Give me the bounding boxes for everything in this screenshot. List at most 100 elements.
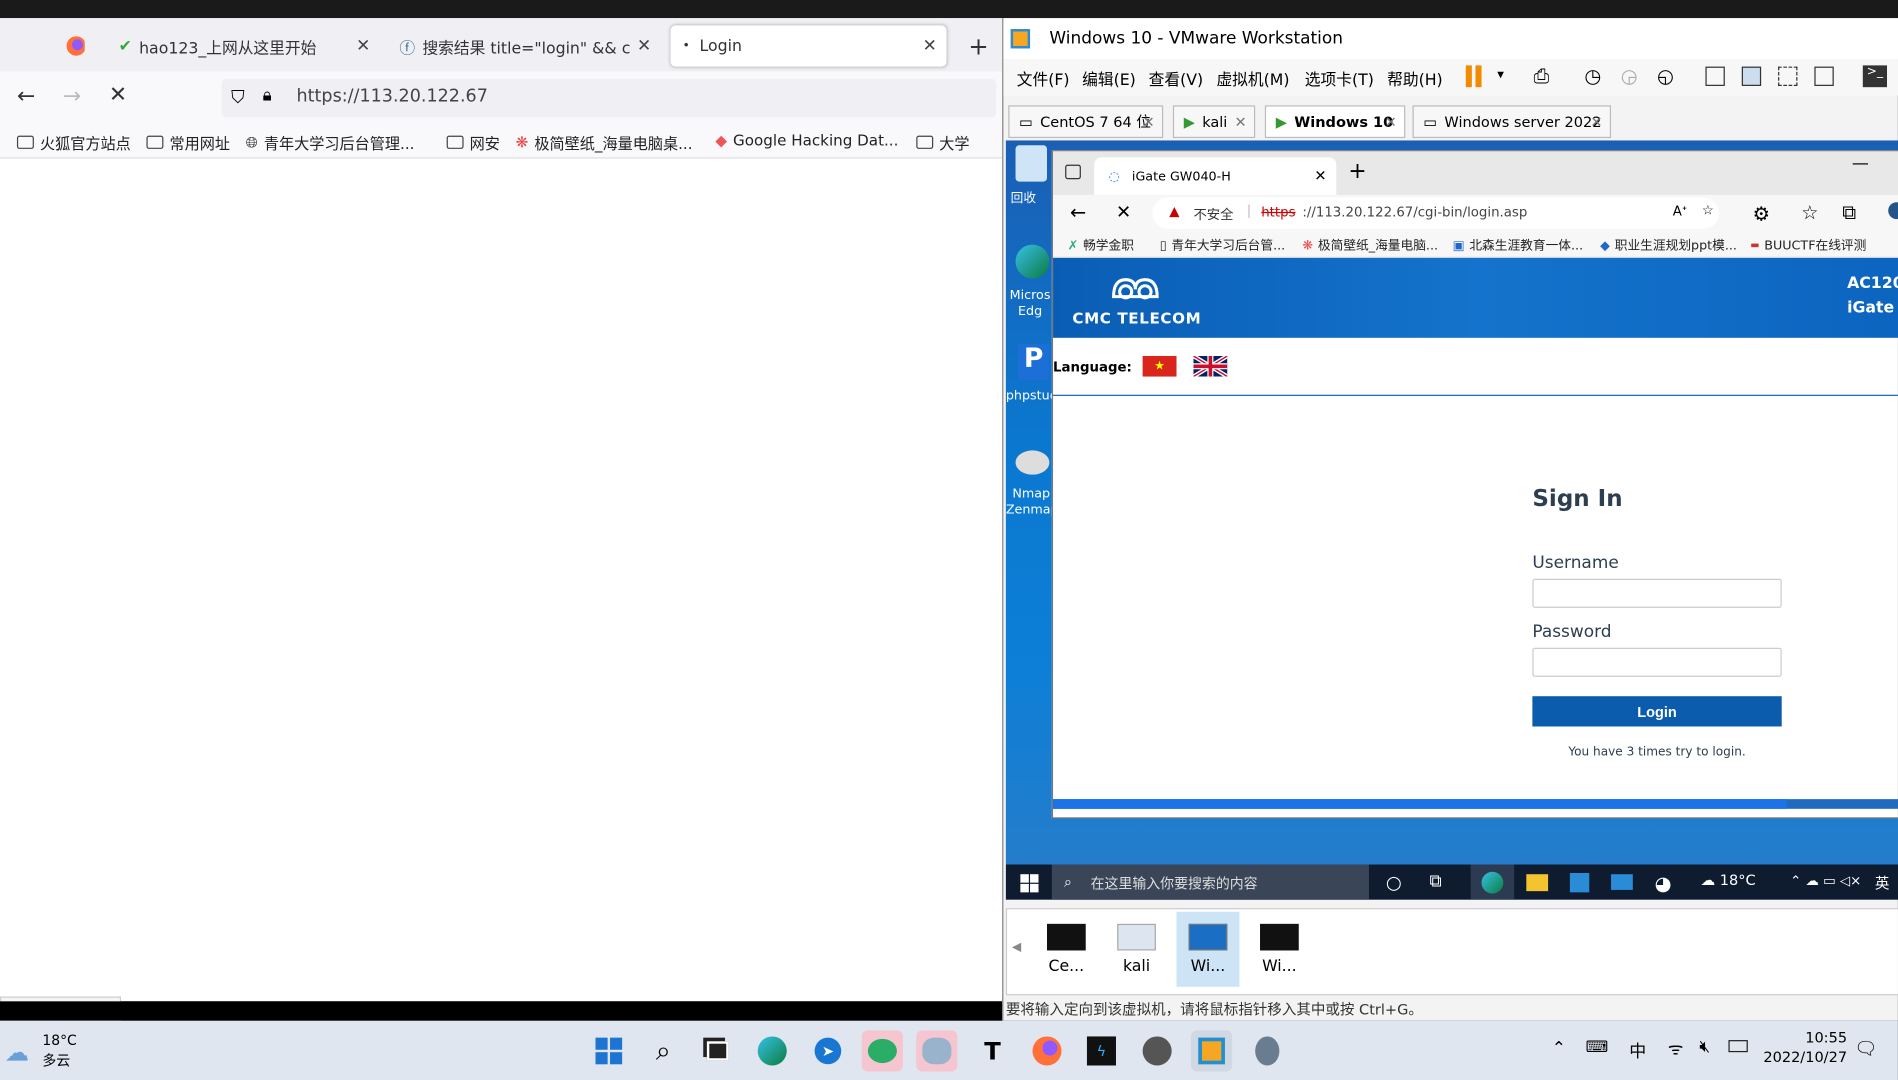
snapshot-icon[interactable]: ◷ — [1584, 64, 1601, 87]
bookmark-item[interactable]: 火狐官方站点 — [16, 131, 131, 154]
phpstudy-icon[interactable]: P — [1017, 343, 1050, 381]
menu-help[interactable]: 帮助(H) — [1387, 67, 1443, 89]
send-keys-icon[interactable]: ⎙ — [1534, 64, 1550, 88]
tab-hao123[interactable]: ✔ hao123_上网从这里开始 ✕ — [107, 25, 381, 66]
close-icon[interactable]: ✕ — [1385, 113, 1397, 130]
close-icon[interactable]: ✕ — [1314, 167, 1326, 184]
firefox-icon[interactable] — [1026, 1030, 1067, 1071]
lock-icon[interactable]: 🔒︎ — [263, 86, 272, 105]
stop-button[interactable]: ✕ — [109, 82, 127, 107]
tab-login[interactable]: • Login ✕ — [670, 25, 947, 67]
flag-vietnam-icon[interactable]: ★ — [1142, 355, 1177, 377]
insecure-label[interactable]: 不安全 — [1193, 205, 1233, 224]
tab-search-results[interactable]: ⓕ 搜索结果 title="login" && co ✕ — [387, 25, 661, 66]
flag-uk-icon[interactable] — [1193, 355, 1228, 377]
vm-thumb-windows10[interactable]: Wi... — [1176, 911, 1240, 987]
edge-icon[interactable] — [752, 1030, 793, 1071]
snapshot-manager-icon[interactable]: ◵ — [1657, 64, 1674, 87]
burp-icon[interactable]: ϟ — [1081, 1030, 1122, 1071]
library-icon[interactable] — [1705, 66, 1725, 86]
favorite-item[interactable]: ✗ 畅学金职 — [1068, 236, 1134, 254]
mail-icon[interactable] — [1611, 874, 1633, 890]
menu-file[interactable]: 文件(F) — [1017, 67, 1070, 89]
favorite-item[interactable]: ❋ 极简壁纸_海量电脑... — [1302, 236, 1438, 254]
ime-indicator[interactable]: 英 — [1875, 873, 1890, 894]
close-icon[interactable]: ✕ — [356, 36, 370, 55]
bookmark-item[interactable]: ❋ 极简壁纸_海量电脑桌... — [516, 131, 693, 154]
globe-tool-icon[interactable] — [1137, 1030, 1178, 1071]
tray-icons[interactable]: ⌃ ☁ ▭ ◁× — [1790, 873, 1861, 889]
forward-button[interactable]: → — [63, 84, 81, 109]
firefox-menu-icon[interactable] — [53, 25, 97, 66]
weather-widget[interactable]: ☁ 18°C 多云 — [5, 1030, 102, 1071]
vpn-icon[interactable] — [1247, 1030, 1288, 1071]
favorite-item[interactable]: ▬ BUUCTF在线评测 — [1750, 236, 1866, 254]
username-input[interactable] — [1532, 578, 1782, 608]
close-icon[interactable]: ✕ — [1143, 113, 1155, 130]
fullscreen-icon[interactable] — [1778, 66, 1798, 86]
vm-thumb-centos[interactable]: Ce... — [1036, 917, 1097, 990]
collections-icon[interactable]: ⧉ — [1842, 201, 1856, 225]
battery-icon[interactable] — [1728, 1040, 1748, 1053]
extensions-icon[interactable]: ⚙ — [1753, 202, 1770, 225]
bookmark-item[interactable]: 大学 — [916, 131, 970, 154]
back-button[interactable]: ← — [17, 84, 35, 109]
vmware-taskbar-icon[interactable] — [1191, 1030, 1233, 1072]
minimize-button[interactable]: — — [1852, 154, 1869, 173]
guest-weather[interactable]: ☁ 18°C — [1701, 872, 1756, 889]
start-icon[interactable] — [588, 1030, 629, 1071]
back-button[interactable]: ← — [1070, 201, 1086, 224]
vm-thumb-winserver[interactable]: Wi... — [1249, 917, 1310, 990]
guest-desktop[interactable]: 回收 Micros Edg P phpstud Nmap Zenmap ◌ iG… — [1005, 140, 1898, 900]
revert-snapshot-icon[interactable]: ◶ — [1621, 64, 1638, 87]
recycle-bin-icon[interactable] — [1015, 145, 1047, 182]
favorite-item[interactable]: ◆ 职业生涯规划ppt模... — [1600, 236, 1737, 254]
tab-actions-icon[interactable] — [1065, 164, 1081, 180]
new-tab-button[interactable]: + — [1348, 159, 1366, 184]
close-icon[interactable]: ✕ — [636, 36, 652, 56]
wechat-icon[interactable] — [861, 1030, 903, 1072]
password-input[interactable] — [1532, 647, 1782, 677]
shield-icon[interactable]: ⛉ — [231, 86, 245, 108]
url-text[interactable]: https://113.20.122.67 — [297, 87, 488, 106]
favorite-item[interactable]: ▯ 青年大学习后台管... — [1160, 236, 1286, 254]
read-aloud-icon[interactable]: A͏ᐩ — [1673, 203, 1687, 219]
menu-vm[interactable]: 虚拟机(M) — [1216, 67, 1289, 89]
store-icon[interactable] — [1569, 872, 1590, 893]
file-explorer-icon[interactable] — [1526, 874, 1549, 892]
vm-tab-winserver[interactable]: ▭ Windows server 2022 ✕ — [1412, 105, 1612, 139]
favorite-add-icon[interactable]: ☆ — [1702, 202, 1714, 218]
cortana-icon[interactable]: ○ — [1386, 872, 1402, 894]
vmware-tools-icon[interactable]: ◕ — [1655, 872, 1672, 895]
windows-start-icon[interactable] — [1020, 874, 1039, 893]
edge-icon[interactable] — [1015, 244, 1050, 279]
chevron-down-icon[interactable]: ▾ — [1497, 67, 1504, 83]
unity-icon[interactable] — [1814, 66, 1834, 86]
task-view-icon[interactable]: ⧉ — [1429, 872, 1441, 891]
favorites-icon[interactable]: ☆ — [1801, 201, 1818, 224]
new-tab-button[interactable]: + — [956, 25, 995, 66]
scroll-left-icon[interactable]: ◀ — [1012, 941, 1021, 954]
vm-tab-windows10[interactable]: ▶ Windows 10 ✕ — [1264, 105, 1406, 139]
clock[interactable]: 10:55 2022/10/27 — [1762, 1029, 1847, 1065]
edge-address-bar[interactable]: ▲ 不安全 | https ://113.20.122.67/cgi-bin/l… — [1152, 197, 1719, 229]
login-button[interactable]: Login — [1532, 696, 1782, 727]
vm-tab-centos[interactable]: ▭ CentOS 7 64 位 ✕ — [1008, 105, 1164, 139]
task-view-icon[interactable] — [697, 1030, 738, 1071]
bookmark-item[interactable]: 网安 — [446, 131, 500, 154]
volume-muted-icon[interactable]: 🔇︎ — [1699, 1038, 1710, 1057]
nmap-eye-icon[interactable] — [1015, 450, 1050, 475]
stop-button[interactable]: ✕ — [1116, 201, 1131, 223]
vm-thumb-kali[interactable]: kali — [1106, 917, 1167, 990]
favorite-item[interactable]: ▣ 北森生涯教育一体... — [1452, 236, 1583, 254]
url-bar[interactable]: ⛉ 🔒︎ https://113.20.122.67 — [221, 78, 997, 118]
menu-view[interactable]: 查看(V) — [1149, 67, 1204, 89]
thumbnail-bar-icon[interactable] — [1741, 66, 1762, 86]
show-hidden-icons[interactable]: ⌃ — [1552, 1039, 1566, 1058]
profile-avatar[interactable] — [1888, 202, 1898, 220]
typora-icon[interactable]: T — [972, 1030, 1013, 1071]
feishu-icon[interactable]: ➤ — [807, 1030, 848, 1071]
edge-tab-igate[interactable]: ◌ iGate GW040-H ✕ — [1094, 157, 1337, 195]
bookmark-item[interactable]: ◆ Google Hacking Dat... — [715, 131, 898, 149]
notification-icon[interactable]: 🗨︎ — [1854, 1038, 1877, 1060]
